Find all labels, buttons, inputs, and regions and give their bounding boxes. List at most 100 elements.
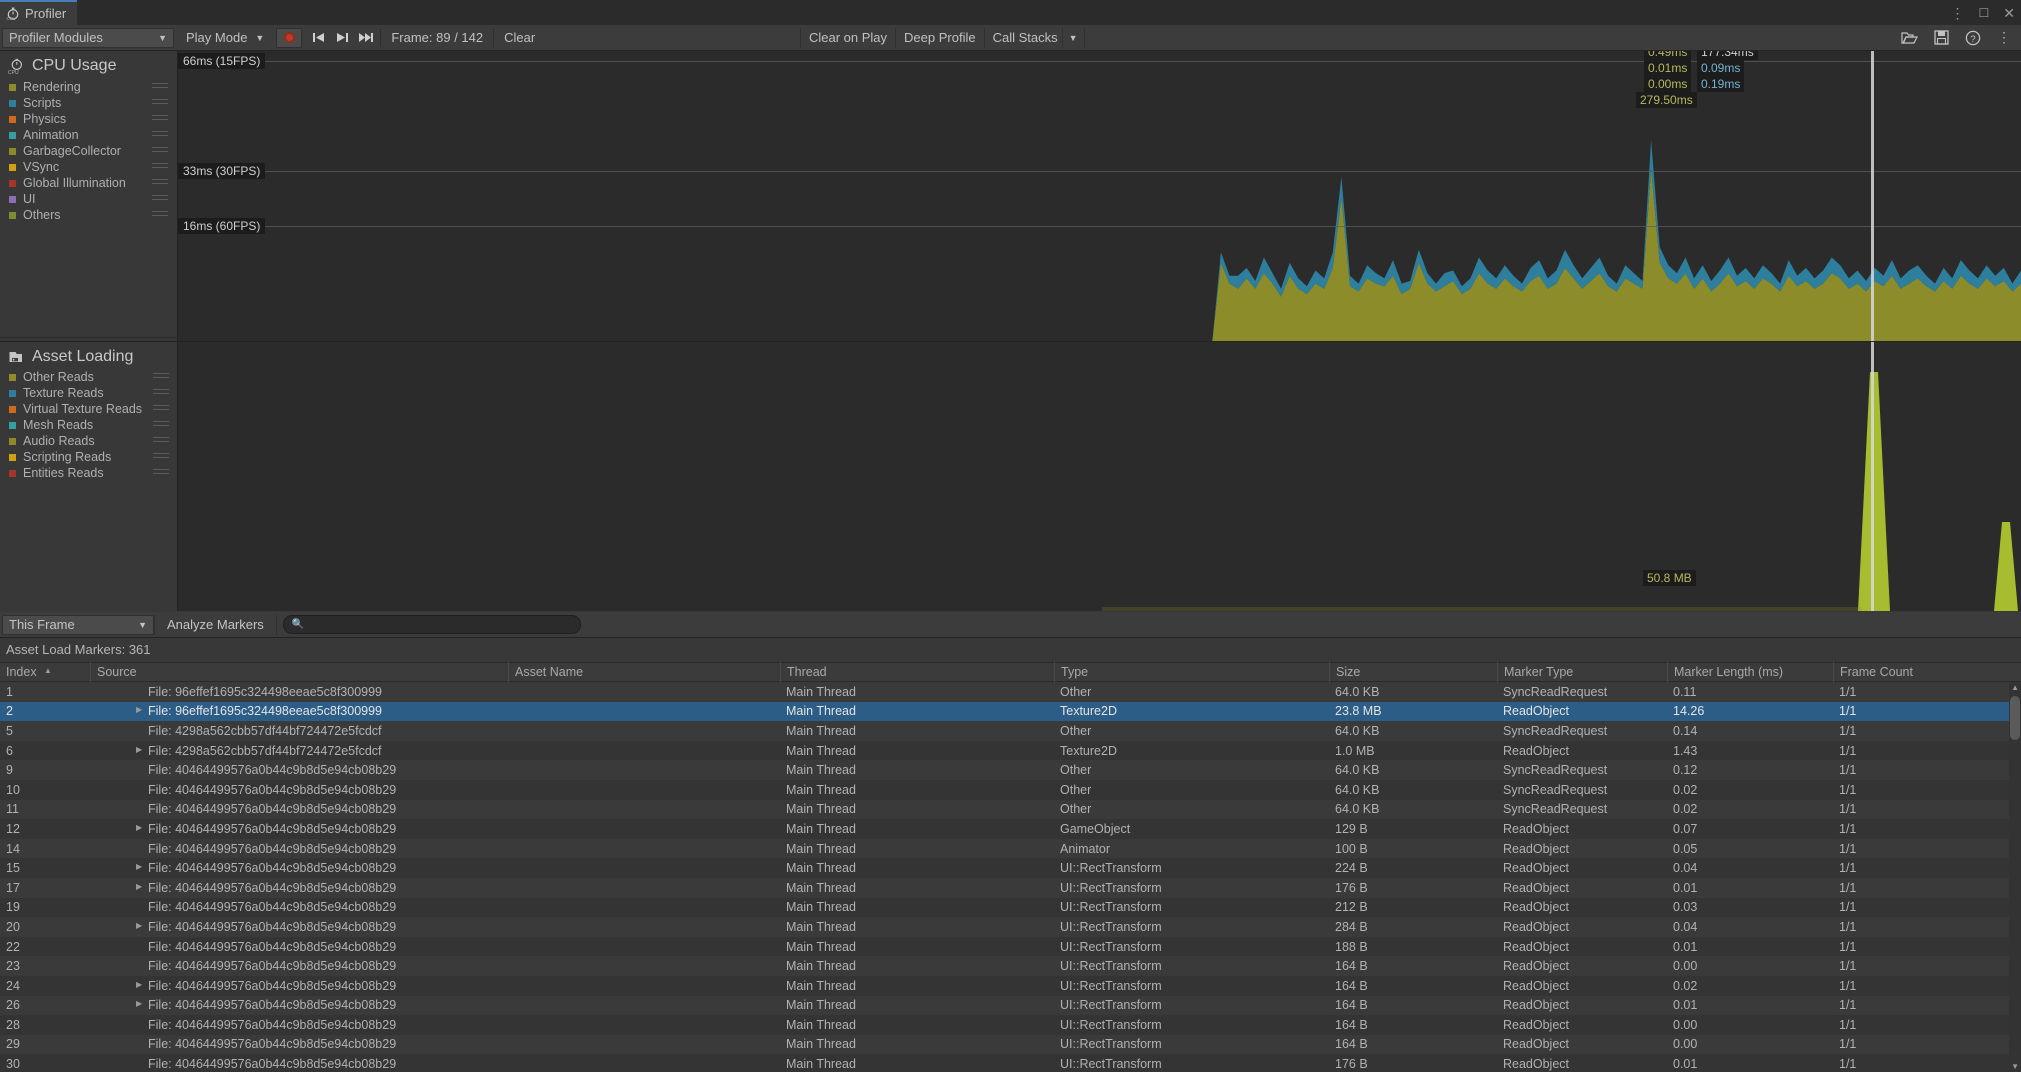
call-stacks-button[interactable]: Call Stacks xyxy=(985,27,1063,48)
next-frame-button[interactable] xyxy=(330,28,354,48)
scroll-up-arrow-icon[interactable]: ▲ xyxy=(2011,683,2019,692)
table-row[interactable]: 10 File: 40464499576a0b44c9b8d5e94cb08b29… xyxy=(0,779,2021,800)
expand-arrow-icon[interactable]: ▶ xyxy=(136,882,146,891)
legend-drag-handle[interactable] xyxy=(153,389,169,397)
table-row[interactable]: 29 File: 40464499576a0b44c9b8d5e94cb08b29… xyxy=(0,1034,2021,1055)
table-row[interactable]: 5 File: 4298a562cbb57df44bf724472e5fcdcf M… xyxy=(0,721,2021,741)
help-icon[interactable]: ? xyxy=(1965,30,1981,46)
profiler-modules-dropdown[interactable]: Profiler Modules ▼ xyxy=(2,27,174,48)
column-header-type[interactable]: Type xyxy=(1054,662,1329,682)
expand-arrow-icon[interactable]: ▶ xyxy=(136,862,146,871)
legend-item-garbagecollector[interactable]: GarbageCollector xyxy=(0,143,177,159)
tab-profiler[interactable]: CPU Profiler xyxy=(0,0,77,25)
table-row[interactable]: 28 File: 40464499576a0b44c9b8d5e94cb08b29… xyxy=(0,1015,2021,1035)
expand-arrow-icon[interactable]: ▶ xyxy=(136,980,146,989)
legend-drag-handle[interactable] xyxy=(152,83,168,91)
legend-item-mesh-reads[interactable]: Mesh Reads xyxy=(0,417,178,433)
column-header-marker-length-ms-[interactable]: Marker Length (ms) xyxy=(1667,662,1833,682)
legend-item-physics[interactable]: Physics xyxy=(0,111,177,127)
record-button[interactable] xyxy=(276,27,303,48)
table-row[interactable]: 23 File: 40464499576a0b44c9b8d5e94cb08b29… xyxy=(0,956,2021,976)
search-input[interactable] xyxy=(309,617,572,632)
legend-drag-handle[interactable] xyxy=(152,131,168,139)
analyze-markers-button[interactable]: Analyze Markers xyxy=(154,614,277,635)
table-row[interactable]: 19 File: 40464499576a0b44c9b8d5e94cb08b29… xyxy=(0,897,2021,918)
table-row[interactable]: 22 File: 40464499576a0b44c9b8d5e94cb08b29… xyxy=(0,936,2021,957)
table-row[interactable]: 24 ▶ File: 40464499576a0b44c9b8d5e94cb08b2… xyxy=(0,975,2021,996)
expand-arrow-icon[interactable]: ▶ xyxy=(136,823,146,832)
last-frame-button[interactable] xyxy=(354,28,378,48)
table-row[interactable]: 30 File: 40464499576a0b44c9b8d5e94cb08b29… xyxy=(0,1054,2021,1072)
legend-drag-handle[interactable] xyxy=(153,421,169,429)
legend-item-entities-reads[interactable]: Entities Reads xyxy=(0,465,178,481)
clear-button[interactable]: Clear xyxy=(496,28,543,48)
cpu-frame-cursor[interactable] xyxy=(1871,51,1874,341)
legend-drag-handle[interactable] xyxy=(153,453,169,461)
expand-arrow-icon[interactable]: ▶ xyxy=(136,999,146,1008)
table-row[interactable]: 6 ▶ File: 4298a562cbb57df44bf724472e5fcdcf… xyxy=(0,740,2021,761)
legend-drag-handle[interactable] xyxy=(153,405,169,413)
frame-scope-dropdown[interactable]: This Frame ▼ xyxy=(2,614,154,635)
save-icon[interactable] xyxy=(1934,30,1949,45)
folder-open-icon[interactable] xyxy=(1901,31,1918,45)
legend-drag-handle[interactable] xyxy=(152,211,168,219)
column-header-size[interactable]: Size xyxy=(1329,662,1497,682)
legend-drag-handle[interactable] xyxy=(153,469,169,477)
legend-item-animation[interactable]: Animation xyxy=(0,127,177,143)
table-row[interactable]: 1 File: 96effef1695c324498eeae5c8f300999 M… xyxy=(0,682,2021,702)
scroll-thumb[interactable] xyxy=(2010,696,2020,740)
table-row[interactable]: 20 ▶ File: 40464499576a0b44c9b8d5e94cb08b2… xyxy=(0,917,2021,937)
table-row[interactable]: 11 File: 40464499576a0b44c9b8d5e94cb08b29… xyxy=(0,799,2021,820)
table-row[interactable]: 26 ▶ File: 40464499576a0b44c9b8d5e94cb08b2… xyxy=(0,995,2021,1016)
module-header-asset-loading[interactable]: Asset Loading xyxy=(0,342,133,370)
table-row[interactable]: 15 ▶ File: 40464499576a0b44c9b8d5e94cb08b2… xyxy=(0,858,2021,878)
markers-table-body[interactable]: 1 File: 96effef1695c324498eeae5c8f300999 M… xyxy=(0,682,2021,1072)
legend-item-others[interactable]: Others xyxy=(0,207,177,223)
call-stacks-dropdown[interactable]: ▼ xyxy=(1063,27,1085,48)
table-row[interactable]: 9 File: 40464499576a0b44c9b8d5e94cb08b29 M… xyxy=(0,760,2021,780)
kebab-menu-icon[interactable]: ⋮ xyxy=(1951,6,1965,20)
first-frame-button[interactable] xyxy=(306,28,330,48)
maximize-icon[interactable]: ☐ xyxy=(1979,7,1990,19)
expand-arrow-icon[interactable]: ▶ xyxy=(136,705,146,714)
table-row[interactable]: 17 ▶ File: 40464499576a0b44c9b8d5e94cb08b2… xyxy=(0,877,2021,898)
deep-profile-button[interactable]: Deep Profile xyxy=(896,27,985,48)
legend-item-other-reads[interactable]: Other Reads xyxy=(0,369,178,385)
table-row[interactable]: 2 ▶ File: 96effef1695c324498eeae5c8f300999… xyxy=(0,701,2021,722)
legend-drag-handle[interactable] xyxy=(152,99,168,107)
legend-drag-handle[interactable] xyxy=(152,163,168,171)
legend-item-scripting-reads[interactable]: Scripting Reads xyxy=(0,449,178,465)
column-header-thread[interactable]: Thread xyxy=(780,662,1054,682)
legend-drag-handle[interactable] xyxy=(152,179,168,187)
kebab-menu-icon[interactable]: ⋮ xyxy=(1997,29,2011,46)
legend-drag-handle[interactable] xyxy=(152,115,168,123)
asset-loading-chart[interactable]: 50.8 MB xyxy=(178,342,2021,611)
column-header-asset-name[interactable]: Asset Name xyxy=(508,662,780,682)
column-header-index[interactable]: Index ▲ xyxy=(0,662,90,682)
legend-drag-handle[interactable] xyxy=(153,437,169,445)
legend-item-virtual-texture-reads[interactable]: Virtual Texture Reads xyxy=(0,401,178,417)
column-header-marker-type[interactable]: Marker Type xyxy=(1497,662,1667,682)
legend-item-audio-reads[interactable]: Audio Reads xyxy=(0,433,178,449)
legend-item-ui[interactable]: UI xyxy=(0,191,177,207)
legend-item-rendering[interactable]: Rendering xyxy=(0,79,177,95)
column-header-source[interactable]: Source xyxy=(90,662,508,682)
cpu-usage-chart[interactable]: 66ms (15FPS) 33ms (30FPS) 16ms (60FPS) 0.4… xyxy=(178,51,2021,341)
table-row[interactable]: 14 File: 40464499576a0b44c9b8d5e94cb08b29… xyxy=(0,838,2021,859)
play-mode-dropdown[interactable]: Play Mode ▼ xyxy=(180,28,270,48)
expand-arrow-icon[interactable]: ▶ xyxy=(136,921,146,930)
scroll-down-arrow-icon[interactable]: ▼ xyxy=(2011,1062,2019,1071)
legend-item-global-illumination[interactable]: Global Illumination xyxy=(0,175,177,191)
legend-item-scripts[interactable]: Scripts xyxy=(0,95,177,111)
legend-drag-handle[interactable] xyxy=(152,195,168,203)
module-header-cpu-usage[interactable]: CPU CPU Usage xyxy=(0,51,177,79)
table-row[interactable]: 12 ▶ File: 40464499576a0b44c9b8d5e94cb08b2… xyxy=(0,819,2021,839)
expand-arrow-icon[interactable]: ▶ xyxy=(136,745,146,754)
column-header-frame-count[interactable]: Frame Count xyxy=(1833,662,2009,682)
close-icon[interactable]: ✕ xyxy=(2003,6,2015,20)
asset-frame-cursor[interactable] xyxy=(1871,342,1874,611)
legend-drag-handle[interactable] xyxy=(153,373,169,381)
marker-search-box[interactable]: 🔍 xyxy=(282,615,581,634)
legend-item-vsync[interactable]: VSync xyxy=(0,159,177,175)
legend-item-texture-reads[interactable]: Texture Reads xyxy=(0,385,178,401)
